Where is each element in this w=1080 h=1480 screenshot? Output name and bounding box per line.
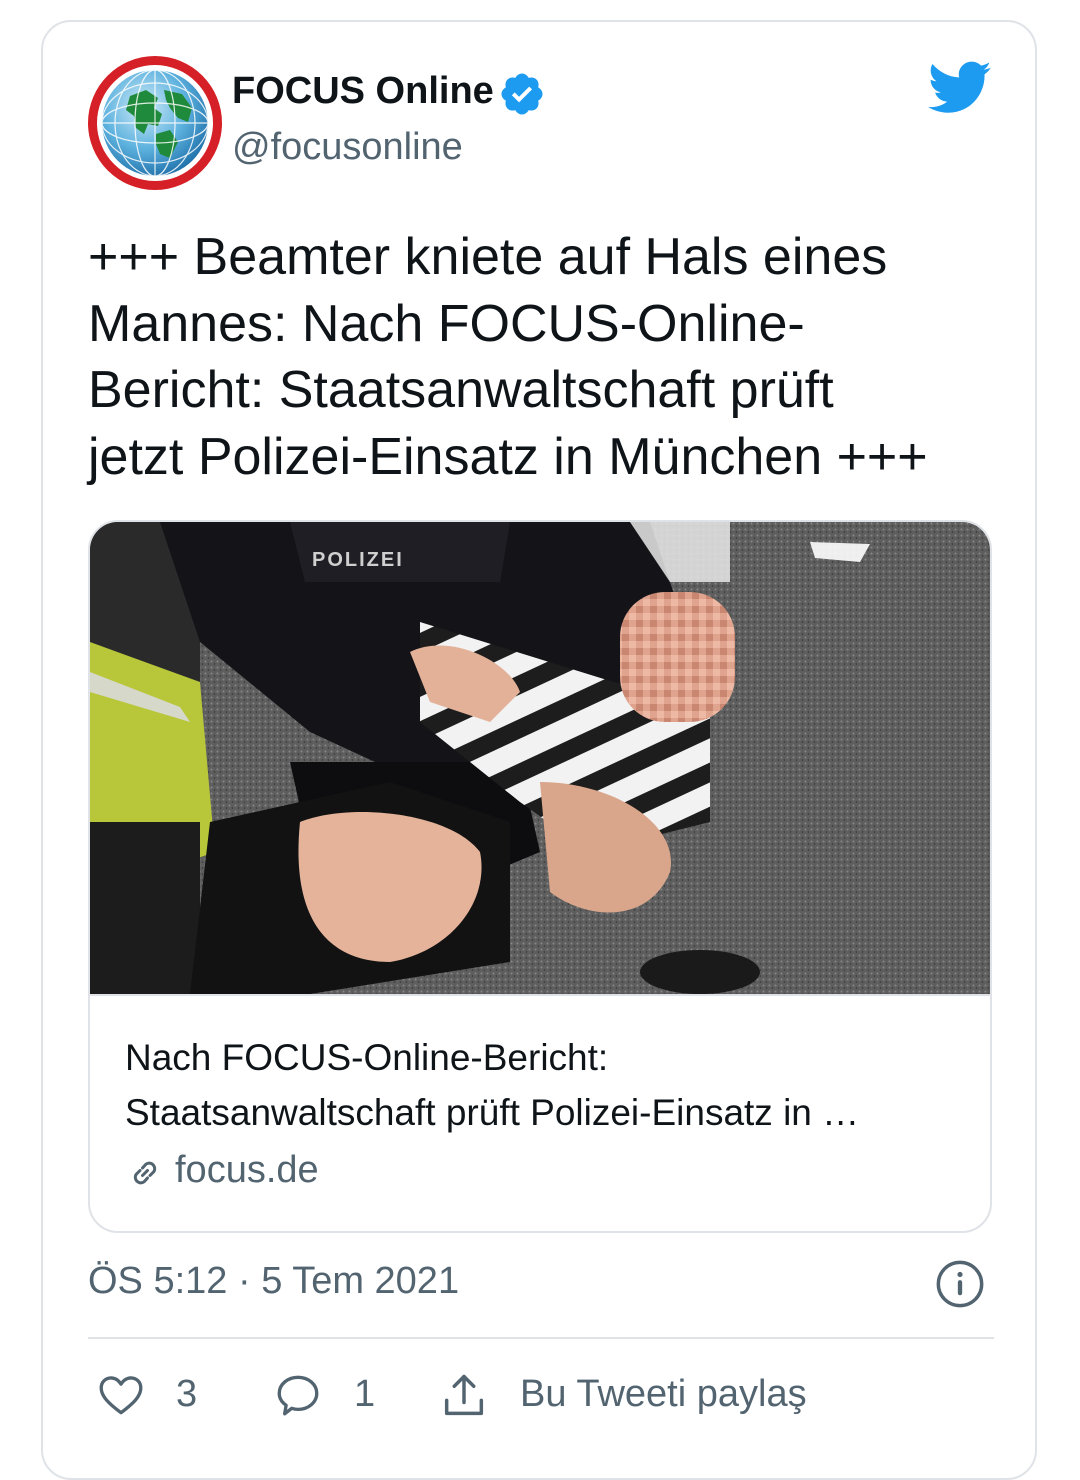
tweet-text-line: Bericht: Staatsanwaltschaft prüft: [88, 361, 834, 419]
link-card[interactable]: POLIZEI Nach FOCUS-Online-Bericht: Staat…: [88, 520, 992, 1233]
verified-badge-icon: [501, 73, 543, 115]
link-card-divider: [90, 994, 990, 996]
tweet-text-line: +++ Beamter kniete auf Hals eines: [88, 228, 888, 286]
link-card-image[interactable]: POLIZEI: [90, 522, 990, 994]
like-count: 3: [176, 1373, 198, 1415]
action-divider: [88, 1337, 994, 1339]
link-card-domain: focus.de: [175, 1149, 319, 1191]
tweet-timestamp[interactable]: ÖS 5:12 · 5 Tem 2021: [88, 1260, 459, 1303]
reply-button[interactable]: 1: [272, 1370, 392, 1420]
share-icon: [444, 1374, 484, 1416]
tweet-text-line: jetzt Polizei-Einsatz in München +++: [88, 427, 928, 486]
globe-icon: [101, 69, 209, 177]
reply-count: 1: [354, 1373, 376, 1415]
like-button[interactable]: 3: [96, 1370, 216, 1420]
image-polizei-label: POLIZEI: [312, 549, 404, 571]
link-card-title-line: Staatsanwaltschaft prüft Polizei-Einsatz…: [125, 1092, 860, 1133]
link-card-title[interactable]: Nach FOCUS-Online-Bericht: Staatsanwalts…: [125, 1030, 955, 1140]
display-name[interactable]: FOCUS Online: [232, 70, 494, 113]
twitter-bird-icon[interactable]: [928, 60, 992, 116]
avatar[interactable]: [88, 56, 222, 190]
handle[interactable]: @focusonline: [232, 126, 463, 169]
share-label: Bu Tweeti paylaş: [520, 1373, 807, 1415]
heart-icon: [99, 1376, 143, 1415]
info-icon[interactable]: [934, 1258, 986, 1310]
tweet-text: +++ Beamter kniete auf Hals eines Mannes…: [88, 224, 1008, 490]
tweet-text-line: Mannes: Nach FOCUS-Online-: [88, 294, 805, 353]
share-button[interactable]: Bu Tweeti paylaş: [438, 1370, 838, 1420]
reply-icon: [277, 1375, 319, 1416]
link-icon: [133, 1161, 157, 1185]
link-card-title-line: Nach FOCUS-Online-Bericht:: [125, 1037, 609, 1078]
